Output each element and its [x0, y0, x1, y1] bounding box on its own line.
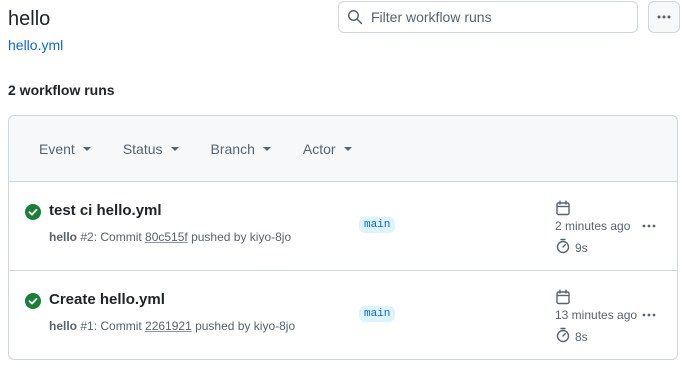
search-icon	[348, 10, 363, 25]
run-number-text: #2: Commit	[77, 230, 146, 244]
filter-event-button[interactable]: Event	[23, 135, 107, 163]
run-title-link[interactable]: test ci hello.yml	[49, 202, 162, 219]
kebab-horizontal-icon	[657, 15, 671, 19]
run-duration: 9s	[575, 241, 588, 255]
filter-status-label: Status	[122, 140, 163, 157]
filter-actor-button[interactable]: Actor	[287, 135, 368, 163]
calendar-icon	[556, 200, 570, 216]
filter-branch-button[interactable]: Branch	[195, 135, 287, 163]
filter-bar: Event Status Branch Actor	[9, 116, 677, 182]
run-title-link[interactable]: Create hello.yml	[49, 291, 165, 308]
run-pushed-by: pushed by kiyo-8jo	[187, 230, 292, 244]
run-time-ago: 2 minutes ago	[555, 219, 631, 233]
more-options-button[interactable]	[648, 1, 680, 33]
calendar-icon	[556, 289, 570, 305]
branch-tag[interactable]: main	[359, 306, 396, 322]
run-workflow-name: hello	[49, 230, 78, 244]
check-circle-fill-icon	[25, 204, 41, 220]
run-meta: hello #2: Commit 80c515f pushed by kiyo-…	[49, 230, 291, 244]
kebab-horizontal-icon	[642, 313, 656, 317]
caret-down-icon	[262, 146, 271, 151]
run-duration: 8s	[575, 330, 588, 344]
caret-down-icon	[170, 146, 179, 151]
workflow-run-row[interactable]: test ci hello.yml hello #2: Commit 80c51…	[9, 182, 677, 271]
run-workflow-name: hello	[49, 319, 78, 333]
search-input[interactable]	[371, 9, 621, 25]
workflow-run-row[interactable]: Create hello.yml hello #1: Commit 226192…	[9, 271, 677, 359]
stopwatch-icon	[556, 238, 570, 254]
search-box[interactable]	[338, 1, 638, 33]
run-actions-button[interactable]	[639, 218, 659, 234]
stopwatch-icon	[556, 327, 570, 343]
filter-event-label: Event	[39, 140, 75, 157]
filter-branch-label: Branch	[210, 140, 255, 157]
commit-sha-link[interactable]: 2261921	[145, 319, 192, 333]
kebab-horizontal-icon	[642, 224, 656, 228]
page-title: hello	[8, 8, 51, 30]
filter-status-button[interactable]: Status	[107, 135, 195, 163]
run-actions-button[interactable]	[639, 307, 659, 323]
branch-tag[interactable]: main	[359, 217, 396, 233]
workflow-runs-list: Event Status Branch Actor test ci hello.…	[8, 115, 678, 360]
filter-actor-label: Actor	[302, 140, 336, 157]
caret-down-icon	[82, 146, 91, 151]
run-number-text: #1: Commit	[77, 319, 146, 333]
commit-sha-link[interactable]: 80c515f	[145, 230, 188, 244]
run-meta: hello #1: Commit 2261921 pushed by kiyo-…	[49, 319, 295, 333]
check-circle-fill-icon	[25, 293, 41, 309]
workflow-file-link[interactable]: hello.yml	[8, 37, 63, 53]
run-pushed-by: pushed by kiyo-8jo	[191, 319, 296, 333]
run-time-ago: 13 minutes ago	[555, 308, 638, 322]
workflow-runs-count: 2 workflow runs	[8, 82, 115, 98]
caret-down-icon	[343, 146, 352, 151]
